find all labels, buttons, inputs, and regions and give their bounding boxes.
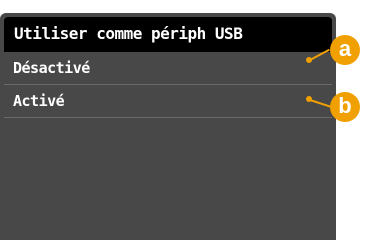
title-bar: Utiliser comme périph USB [4,17,332,52]
page: Utiliser comme périph USB Désactivé Acti… [0,0,378,240]
menu-item-desactive[interactable]: Désactivé [4,52,332,85]
callout-badge-b: b [330,92,360,122]
device-screen: Utiliser comme périph USB Désactivé Acti… [0,13,336,240]
menu-item-label: Activé [13,92,65,110]
screen-title: Utiliser comme périph USB [14,24,243,43]
menu-item-label: Désactivé [13,59,90,77]
menu-item-active[interactable]: Activé [4,85,332,118]
callout-badge-a: a [330,35,360,65]
